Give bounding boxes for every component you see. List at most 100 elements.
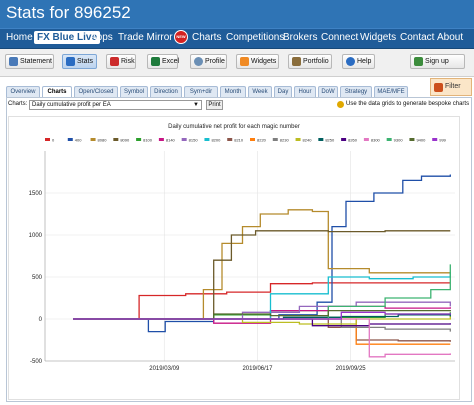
- nav-contact[interactable]: Contact: [400, 32, 434, 43]
- chart-type-select[interactable]: Daily cumulative profit per EA ▼: [29, 100, 202, 110]
- tab-sym-dir[interactable]: Sym+dir: [184, 86, 218, 97]
- portfolio-label: Portfolio: [303, 58, 329, 65]
- y-tick-label: 0: [39, 317, 43, 323]
- nav-home[interactable]: Home: [6, 32, 33, 43]
- risk-button[interactable]: Risk: [106, 54, 136, 69]
- filter-button[interactable]: Filter: [430, 78, 472, 96]
- legend-swatch: [204, 138, 210, 141]
- portfolio-icon: [292, 57, 301, 66]
- tab-month[interactable]: Month: [220, 86, 246, 97]
- legend-swatch: [386, 138, 392, 141]
- legend-swatch: [409, 138, 415, 141]
- x-tick-label: 2019/09/25: [336, 366, 367, 372]
- tab-mae-mfe[interactable]: MAE/MFE: [374, 86, 408, 97]
- series-line-8230: [73, 318, 451, 332]
- title-bar: Stats for 896252: [0, 0, 474, 28]
- statement-label: Statement: [20, 58, 52, 65]
- legend-swatch: [295, 138, 301, 141]
- legend-swatch: [136, 138, 142, 141]
- sign-up-button[interactable]: Sign up: [410, 54, 465, 69]
- series-line-8090: [73, 230, 451, 320]
- tab-week[interactable]: Week: [248, 86, 272, 97]
- y-tick-label: 1500: [29, 191, 43, 197]
- excel-label: Excel: [162, 58, 180, 65]
- filter-label: Filter: [445, 83, 461, 90]
- nav-brokers[interactable]: Brokers: [283, 32, 317, 43]
- chart-title: Daily cumulative net profit for each mag…: [168, 124, 300, 130]
- window-title: Stats for 896252: [6, 3, 131, 22]
- legend-label: 8150: [189, 138, 199, 143]
- rss-icon: [240, 57, 249, 66]
- legend-label: 9400: [416, 138, 426, 143]
- tab-open-closed[interactable]: Open/Closed: [74, 86, 118, 97]
- tab-hour[interactable]: Hour: [294, 86, 316, 97]
- widgets-button[interactable]: Widgets: [236, 54, 279, 69]
- legend-swatch: [158, 138, 164, 141]
- tab-dow[interactable]: DoW: [318, 86, 338, 97]
- portfolio-button[interactable]: Portfolio: [288, 54, 332, 69]
- chevron-down-icon: ▼: [193, 102, 199, 108]
- series-line-8300: [73, 318, 451, 358]
- series-line-999: [73, 311, 451, 320]
- legend-label: 8100: [143, 138, 153, 143]
- statement-button[interactable]: Statement: [5, 54, 54, 69]
- profile-label: Profile: [205, 58, 225, 65]
- statement-icon: [9, 57, 18, 66]
- legend-swatch: [432, 138, 438, 141]
- tab-day[interactable]: Day: [274, 86, 292, 97]
- legend-swatch: [272, 138, 278, 141]
- sign-up-label: Sign up: [425, 58, 449, 65]
- legend-label: 8240: [303, 138, 313, 143]
- legend-swatch: [67, 138, 73, 141]
- legend-swatch: [318, 138, 324, 141]
- excel-button[interactable]: Excel: [147, 54, 180, 69]
- risk-icon: [110, 57, 119, 66]
- tab-direction[interactable]: Direction: [150, 86, 182, 97]
- legend-swatch: [90, 138, 96, 141]
- nav-charts[interactable]: Charts: [192, 32, 221, 43]
- help-label: Help: [357, 58, 372, 65]
- legend-label: 8250: [325, 138, 335, 143]
- legend-label: 400: [75, 138, 82, 143]
- data-grid-hint: Use the data grids to generate bespoke c…: [346, 101, 470, 107]
- legend-label: 9300: [394, 138, 404, 143]
- filter-icon: [434, 83, 443, 92]
- nav-trade-mirror[interactable]: Trade Mirror: [118, 32, 173, 43]
- widgets-label: Widgets: [251, 58, 277, 65]
- legend-label: 8220: [257, 138, 267, 143]
- stats-icon: [66, 57, 75, 66]
- legend-swatch: [250, 138, 255, 141]
- legend-swatch: [45, 138, 50, 141]
- cumulative-profit-chart: Daily cumulative net profit for each mag…: [29, 124, 455, 372]
- legend-swatch: [113, 138, 119, 141]
- tab-strategy[interactable]: Strategy: [340, 86, 372, 97]
- nav-competitions[interactable]: Competitions: [226, 32, 284, 43]
- profile-icon: [194, 57, 203, 66]
- x-tick-label: 2019/06/17: [242, 366, 273, 372]
- legend-label: 0: [52, 138, 55, 143]
- nav-connect[interactable]: Connect: [321, 32, 358, 43]
- nav-about[interactable]: About: [437, 32, 463, 43]
- new-badge-icon: NEW: [174, 30, 188, 44]
- print-button[interactable]: Print: [206, 100, 223, 110]
- legend-label: 8090: [120, 138, 130, 143]
- nav-apps[interactable]: Apps: [90, 32, 113, 43]
- legend-label: 8200: [211, 138, 221, 143]
- chart-picker-label: Charts:: [8, 101, 28, 107]
- help-button[interactable]: Help: [342, 54, 375, 69]
- help-icon: [346, 57, 355, 66]
- chart-type-value: Daily cumulative profit per EA: [32, 102, 111, 108]
- profile-button[interactable]: Profile: [190, 54, 227, 69]
- legend-label: 8210: [234, 138, 244, 143]
- stats-button[interactable]: Stats: [62, 54, 97, 69]
- nav-widgets[interactable]: Widgets: [360, 32, 396, 43]
- legend-label: 8140: [166, 138, 176, 143]
- excel-icon: [151, 57, 160, 66]
- legend-label: 8300: [371, 138, 381, 143]
- legend-swatch: [363, 138, 369, 141]
- legend-swatch: [227, 138, 233, 141]
- legend-label: 8260: [348, 138, 358, 143]
- tab-symbol[interactable]: Symbol: [120, 86, 148, 97]
- tab-overview[interactable]: Overview: [6, 86, 40, 97]
- stats-toolbar: Statement Stats Risk Excel Profile Widge…: [0, 49, 474, 77]
